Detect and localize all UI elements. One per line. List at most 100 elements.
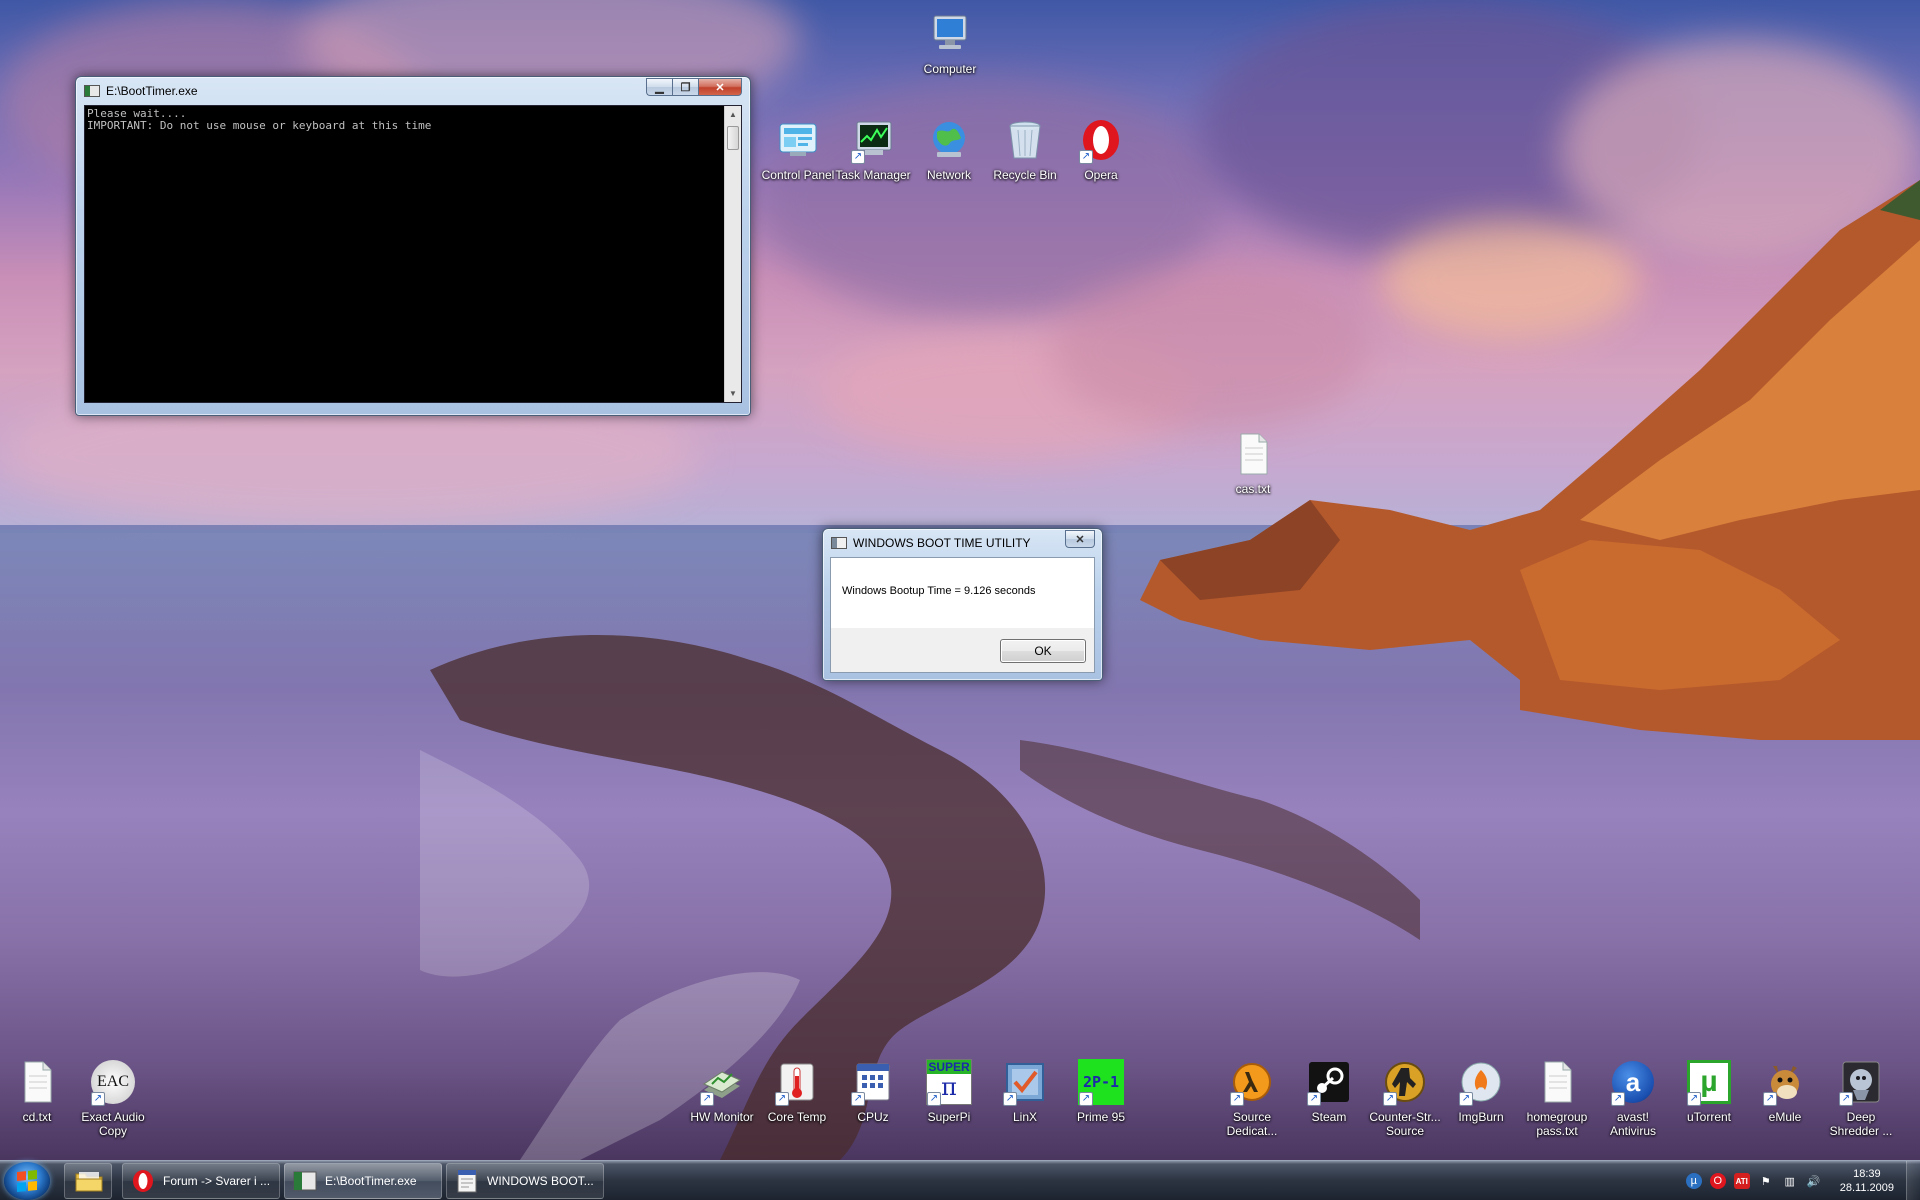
desktop-icon-label: eMule	[1768, 1110, 1802, 1124]
linx-icon: ↗	[1001, 1058, 1049, 1106]
text-file-icon	[1229, 430, 1277, 478]
desktop-icon-counter-strike[interactable]: ↗ Counter-Str... Source	[1365, 1058, 1445, 1138]
desktop-icon-cpuz[interactable]: ↗ CPUz	[833, 1058, 913, 1124]
console-window[interactable]: E:\BootTimer.exe ▁ ❐ ✕ Please wait.... I…	[75, 76, 751, 416]
steam-icon: ↗	[1305, 1058, 1353, 1106]
volume-icon[interactable]: 🔊	[1806, 1173, 1822, 1189]
boot-time-dialog[interactable]: WINDOWS BOOT TIME UTILITY ✕ Windows Boot…	[822, 528, 1103, 681]
action-center-flag-icon[interactable]: ⚑	[1758, 1173, 1774, 1189]
minimize-icon: ▁	[655, 81, 664, 94]
desktop-icon-prime95[interactable]: 2P-1 ↗ Prime 95	[1061, 1058, 1141, 1124]
core-temp-icon: ↗	[773, 1058, 821, 1106]
dialog-close-button[interactable]: ✕	[1065, 530, 1095, 548]
desktop-icon-label: Prime 95	[1076, 1110, 1126, 1124]
utorrent-icon: µ ↗	[1685, 1058, 1733, 1106]
start-button[interactable]	[4, 1162, 50, 1200]
maximize-button[interactable]: ❐	[672, 78, 698, 96]
desktop-icon-exact-audio-copy[interactable]: EAC ↗ Exact Audio Copy	[73, 1058, 153, 1138]
desktop-icon-superpi[interactable]: SUPER π ↗ SuperPi	[909, 1058, 989, 1124]
desktop-icon-cas-txt[interactable]: cas.txt	[1213, 430, 1293, 496]
prime95-icon: 2P-1 ↗	[1077, 1058, 1125, 1106]
task-manager-icon: ↗	[849, 116, 897, 164]
opera-tray-icon[interactable]: O	[1709, 1173, 1726, 1189]
desktop-icon-recycle-bin[interactable]: Recycle Bin	[985, 116, 1065, 182]
desktop-icon-source-dedicated[interactable]: ↗ Source Dedicat...	[1212, 1058, 1292, 1138]
opera-icon	[131, 1169, 155, 1193]
taskbar-item-label: Forum -> Svarer i ...	[163, 1174, 271, 1188]
desktop-icon-label: Opera	[1084, 168, 1118, 182]
console-icon	[84, 85, 100, 97]
desktop-icon-control-panel[interactable]: Control Panel	[758, 116, 838, 182]
desktop-icon-label: ImgBurn	[1458, 1110, 1504, 1124]
taskbar-pinned-explorer[interactable]	[64, 1163, 112, 1199]
desktop-icon-core-temp[interactable]: ↗ Core Temp	[757, 1058, 837, 1124]
dialog-title: WINDOWS BOOT TIME UTILITY	[853, 536, 1031, 550]
console-icon	[293, 1169, 317, 1193]
taskbar: Forum -> Svarer i ... E:\BootTimer.exe W…	[0, 1160, 1920, 1200]
source-dedicated-icon: ↗	[1228, 1058, 1276, 1106]
shortcut-arrow-icon: ↗	[91, 1092, 105, 1106]
console-output-text: Please wait.... IMPORTANT: Do not use mo…	[87, 107, 432, 132]
console-scrollbar[interactable]: ▲ ▼	[724, 106, 741, 402]
desktop-icon-steam[interactable]: ↗ Steam	[1289, 1058, 1369, 1124]
scroll-up-arrow-icon[interactable]: ▲	[725, 106, 741, 123]
recycle-bin-icon	[1001, 116, 1049, 164]
ok-button[interactable]: OK	[1000, 639, 1086, 663]
minimize-button[interactable]: ▁	[646, 78, 672, 96]
show-desktop-button[interactable]	[1906, 1161, 1920, 1200]
desktop-icon-avast[interactable]: a ↗ avast! Antivirus	[1593, 1058, 1673, 1138]
shortcut-arrow-icon: ↗	[700, 1092, 714, 1106]
shortcut-arrow-icon: ↗	[1687, 1092, 1701, 1106]
desktop-icon-computer[interactable]: Computer	[910, 10, 990, 76]
shortcut-arrow-icon: ↗	[927, 1092, 941, 1106]
desktop-icon-homegroup-pass[interactable]: homegroup pass.txt	[1517, 1058, 1597, 1138]
desktop-icon-utorrent[interactable]: µ ↗ uTorrent	[1669, 1058, 1749, 1124]
desktop-icon-network[interactable]: Network	[909, 116, 989, 182]
scrollbar-thumb[interactable]	[727, 126, 739, 150]
taskbar-item-boottimer[interactable]: E:\BootTimer.exe	[284, 1163, 442, 1199]
desktop-icon-label: Network	[926, 168, 971, 182]
shortcut-arrow-icon: ↗	[1611, 1092, 1625, 1106]
desktop-icon-label: cas.txt	[1235, 482, 1271, 496]
taskbar-item-opera[interactable]: Forum -> Svarer i ...	[122, 1163, 280, 1199]
desktop-icon-cd-txt[interactable]: cd.txt	[0, 1058, 77, 1124]
shortcut-arrow-icon: ↗	[1003, 1092, 1017, 1106]
amd-tray-icon[interactable]: ATI	[1733, 1173, 1750, 1189]
desktop-icon-imgburn[interactable]: ↗ ImgBurn	[1441, 1058, 1521, 1124]
shortcut-arrow-icon: ↗	[1230, 1092, 1244, 1106]
shortcut-arrow-icon: ↗	[1079, 150, 1093, 164]
desktop-icon-label: avast! Antivirus	[1609, 1110, 1656, 1138]
text-file-icon	[13, 1058, 61, 1106]
shortcut-arrow-icon: ↗	[775, 1092, 789, 1106]
desktop-icon-label: Control Panel	[761, 168, 835, 182]
network-tray-icon[interactable]: ▥	[1782, 1173, 1798, 1189]
desktop-icon-emule[interactable]: ↗ eMule	[1745, 1058, 1825, 1124]
windows-logo-icon	[17, 1169, 37, 1193]
desktop-icon-deep-shredder[interactable]: ↗ Deep Shredder ...	[1821, 1058, 1901, 1138]
restore-icon: ❐	[680, 81, 691, 94]
close-button[interactable]: ✕	[698, 78, 742, 96]
shortcut-arrow-icon: ↗	[1307, 1092, 1321, 1106]
dialog-footer: OK	[831, 628, 1094, 672]
clock-time: 18:39	[1853, 1168, 1881, 1180]
dialog-titlebar[interactable]: WINDOWS BOOT TIME UTILITY	[823, 529, 1102, 557]
console-caption-buttons: ▁ ❐ ✕	[646, 78, 742, 96]
desktop-icon-opera[interactable]: ↗ Opera	[1061, 116, 1141, 182]
boot-time-message: Windows Bootup Time = 9.126 seconds	[842, 585, 1036, 597]
taskbar-item-label: E:\BootTimer.exe	[325, 1174, 417, 1188]
text-file-icon	[1533, 1058, 1581, 1106]
control-panel-icon	[774, 116, 822, 164]
taskbar-item-boot-utility[interactable]: WINDOWS BOOT...	[446, 1163, 604, 1199]
opera-icon: ↗	[1077, 116, 1125, 164]
desktop-icon-task-manager[interactable]: ↗ Task Manager	[833, 116, 913, 182]
desktop-icon-label: Steam	[1311, 1110, 1347, 1124]
utorrent-tray-icon[interactable]: µ	[1685, 1173, 1702, 1189]
counter-strike-icon: ↗	[1381, 1058, 1429, 1106]
console-output-area[interactable]: Please wait.... IMPORTANT: Do not use mo…	[84, 105, 742, 403]
scroll-down-arrow-icon[interactable]: ▼	[725, 385, 741, 402]
desktop-icon-hw-monitor[interactable]: ↗ HW Monitor	[682, 1058, 762, 1124]
desktop-icon-label: HW Monitor	[690, 1110, 754, 1124]
desktop-icon-label: uTorrent	[1686, 1110, 1732, 1124]
clock[interactable]: 18:39 28.11.2009	[1840, 1167, 1894, 1195]
desktop-icon-linx[interactable]: ↗ LinX	[985, 1058, 1065, 1124]
